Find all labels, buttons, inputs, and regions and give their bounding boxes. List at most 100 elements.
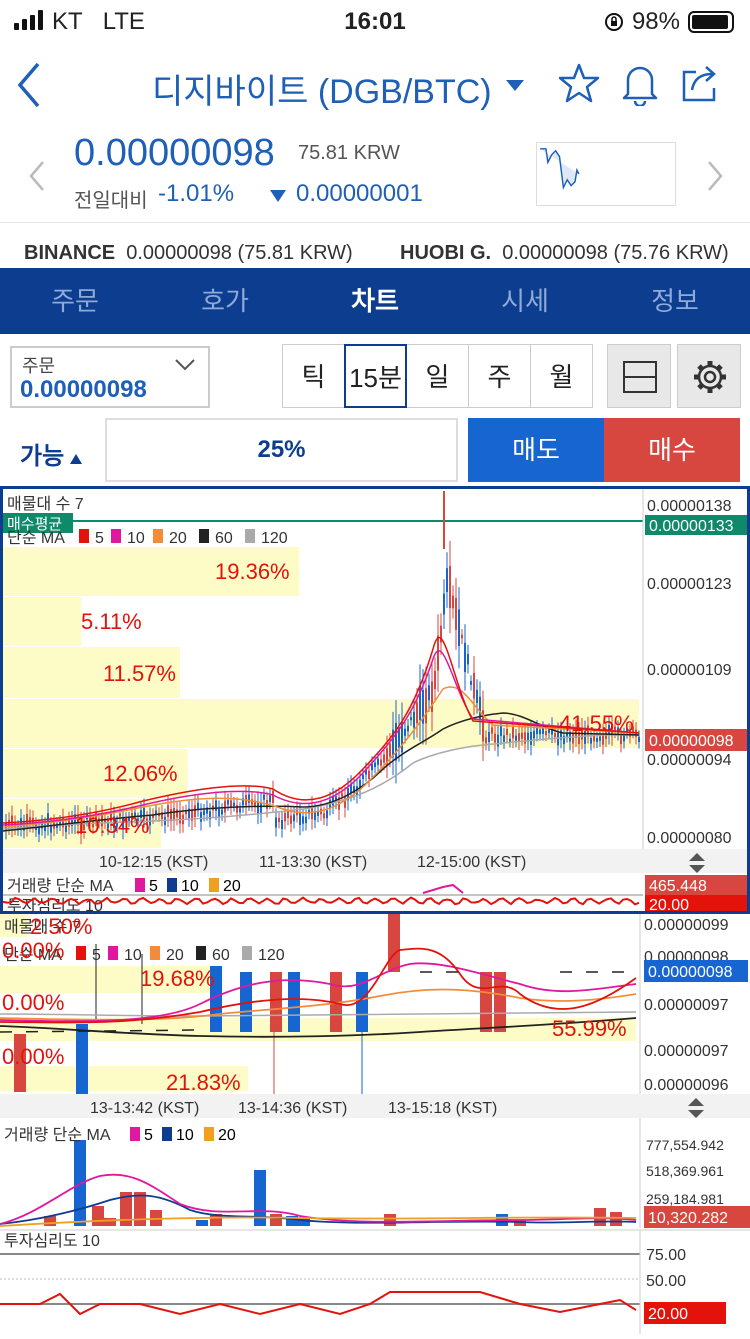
candle — [506, 728, 508, 736]
chevron-right-icon[interactable] — [706, 160, 724, 192]
ma-period: 5 — [95, 530, 104, 547]
candle — [620, 735, 622, 745]
sell-button[interactable]: 매도 — [468, 418, 604, 482]
candle — [173, 807, 175, 821]
candle — [263, 794, 265, 800]
y-tick: 0.00000099 — [644, 917, 729, 934]
buy-button[interactable]: 매수 — [604, 418, 740, 482]
candle — [326, 810, 328, 819]
y-tick: 0.00000109 — [647, 662, 732, 679]
tab-info[interactable]: 정보 — [600, 268, 750, 334]
candle — [548, 729, 550, 733]
candle — [524, 732, 526, 744]
candle — [239, 808, 241, 813]
ma-legend-label: 단순 MA — [7, 529, 65, 547]
tab-order[interactable]: 주문 — [0, 268, 150, 334]
exchange-value: 0.00000098 (75.76 KRW) — [502, 242, 729, 264]
tab-chart[interactable]: 차트 — [300, 268, 450, 334]
candle — [509, 738, 511, 742]
period-week[interactable]: 주 — [468, 344, 531, 408]
volume-profile-label: 19.36% — [215, 559, 290, 584]
candle — [497, 734, 499, 747]
x-tick: 12-15:00 (KST) — [417, 854, 526, 871]
candle — [377, 758, 379, 765]
candle — [305, 816, 307, 824]
down-arrow-icon — [270, 190, 286, 202]
candle — [260, 802, 262, 814]
candle — [449, 565, 451, 609]
candle — [275, 817, 277, 828]
candle — [446, 568, 448, 592]
ma-period: 10 — [127, 530, 145, 547]
candle — [590, 737, 592, 744]
candle — [593, 735, 595, 742]
current-price-tag: 0.00000098 — [648, 964, 733, 981]
volume-profile-label: 12.06% — [103, 761, 178, 786]
current-price-krw: 75.81 KRW — [298, 142, 400, 164]
period-selector: 틱 15분 일 주 월 — [282, 344, 593, 408]
volume-profile-label: 2.50% — [30, 914, 92, 939]
candle — [461, 634, 463, 639]
candle — [518, 733, 520, 742]
candle — [476, 689, 478, 704]
volume-profile-label: 10.34% — [75, 813, 150, 838]
volume-profile-label: 21.83% — [166, 1070, 241, 1095]
candle — [76, 1024, 88, 1094]
x-tick: 13-15:18 (KST) — [388, 1100, 497, 1117]
percent-selector[interactable]: 25% — [105, 418, 458, 482]
candle — [65, 825, 67, 832]
period-15min[interactable]: 15분 — [344, 344, 407, 408]
main-chart-panel[interactable]: 매물대 수 7 매수평균 단순 MA 5 10 20 60 120 19.36%… — [0, 486, 750, 915]
volume-profile-label: 0.00% — [2, 938, 64, 963]
sentiment-label: 투자심리도 10 — [4, 1232, 100, 1250]
candle — [437, 635, 439, 671]
candle — [410, 717, 412, 721]
ma-period: 120 — [258, 947, 285, 964]
detail-chart-panel[interactable]: 매물대 수 7 단순 MA 5 10 20 60 120 2.50% 0.00%… — [0, 914, 750, 1334]
chevron-down-icon[interactable] — [506, 80, 524, 91]
volume-profile-bar — [3, 699, 639, 748]
period-month[interactable]: 월 — [530, 344, 593, 408]
candle — [176, 809, 178, 818]
sentiment-value-tag: 20.00 — [648, 1306, 688, 1323]
layout-button[interactable] — [607, 344, 671, 408]
candle — [542, 728, 544, 734]
tab-orderbook[interactable]: 호가 — [150, 268, 300, 334]
tab-quotes[interactable]: 시세 — [450, 268, 600, 334]
candle — [284, 812, 286, 822]
ma-period: 5 — [92, 947, 101, 964]
ma-period: 5 — [144, 1127, 153, 1144]
x-tick: 10-12:15 (KST) — [99, 854, 208, 871]
ma-period: 10 — [181, 878, 199, 895]
change-label: 전일대비 — [74, 190, 148, 212]
candle — [494, 733, 496, 743]
candle — [221, 809, 223, 815]
order-price-select[interactable]: 주문 0.00000098 — [10, 346, 210, 408]
period-tick[interactable]: 틱 — [282, 344, 345, 408]
period-day[interactable]: 일 — [406, 344, 469, 408]
candle — [38, 826, 40, 835]
chart-controls: 주문 0.00000098 틱 15분 일 주 월 가능 25% 매도 매수 — [0, 334, 750, 484]
rotation-lock-icon — [604, 13, 623, 31]
settings-button[interactable] — [677, 344, 741, 408]
split-layout-icon — [623, 361, 657, 393]
ma-period: 60 — [215, 530, 233, 547]
coin-title[interactable]: 디지바이트 (DGB/BTC) — [152, 64, 492, 113]
volume-profile-label: 0.00% — [2, 1044, 64, 1069]
available-toggle[interactable]: 가능 — [20, 436, 82, 471]
star-icon[interactable] — [558, 62, 600, 104]
candle — [452, 595, 454, 609]
x-tick: 11-13:30 (KST) — [259, 854, 367, 871]
candle — [521, 732, 523, 739]
candle — [428, 685, 430, 701]
candle — [512, 727, 514, 739]
bell-icon[interactable] — [620, 62, 660, 106]
back-icon[interactable] — [14, 60, 44, 110]
candle — [443, 593, 445, 615]
candle — [233, 802, 235, 807]
change-percent: -1.01% — [158, 180, 235, 207]
x-tick: 13-13:42 (KST) — [90, 1100, 199, 1117]
share-icon[interactable] — [680, 62, 720, 104]
candle — [596, 738, 598, 743]
chevron-left-icon[interactable] — [28, 160, 46, 192]
